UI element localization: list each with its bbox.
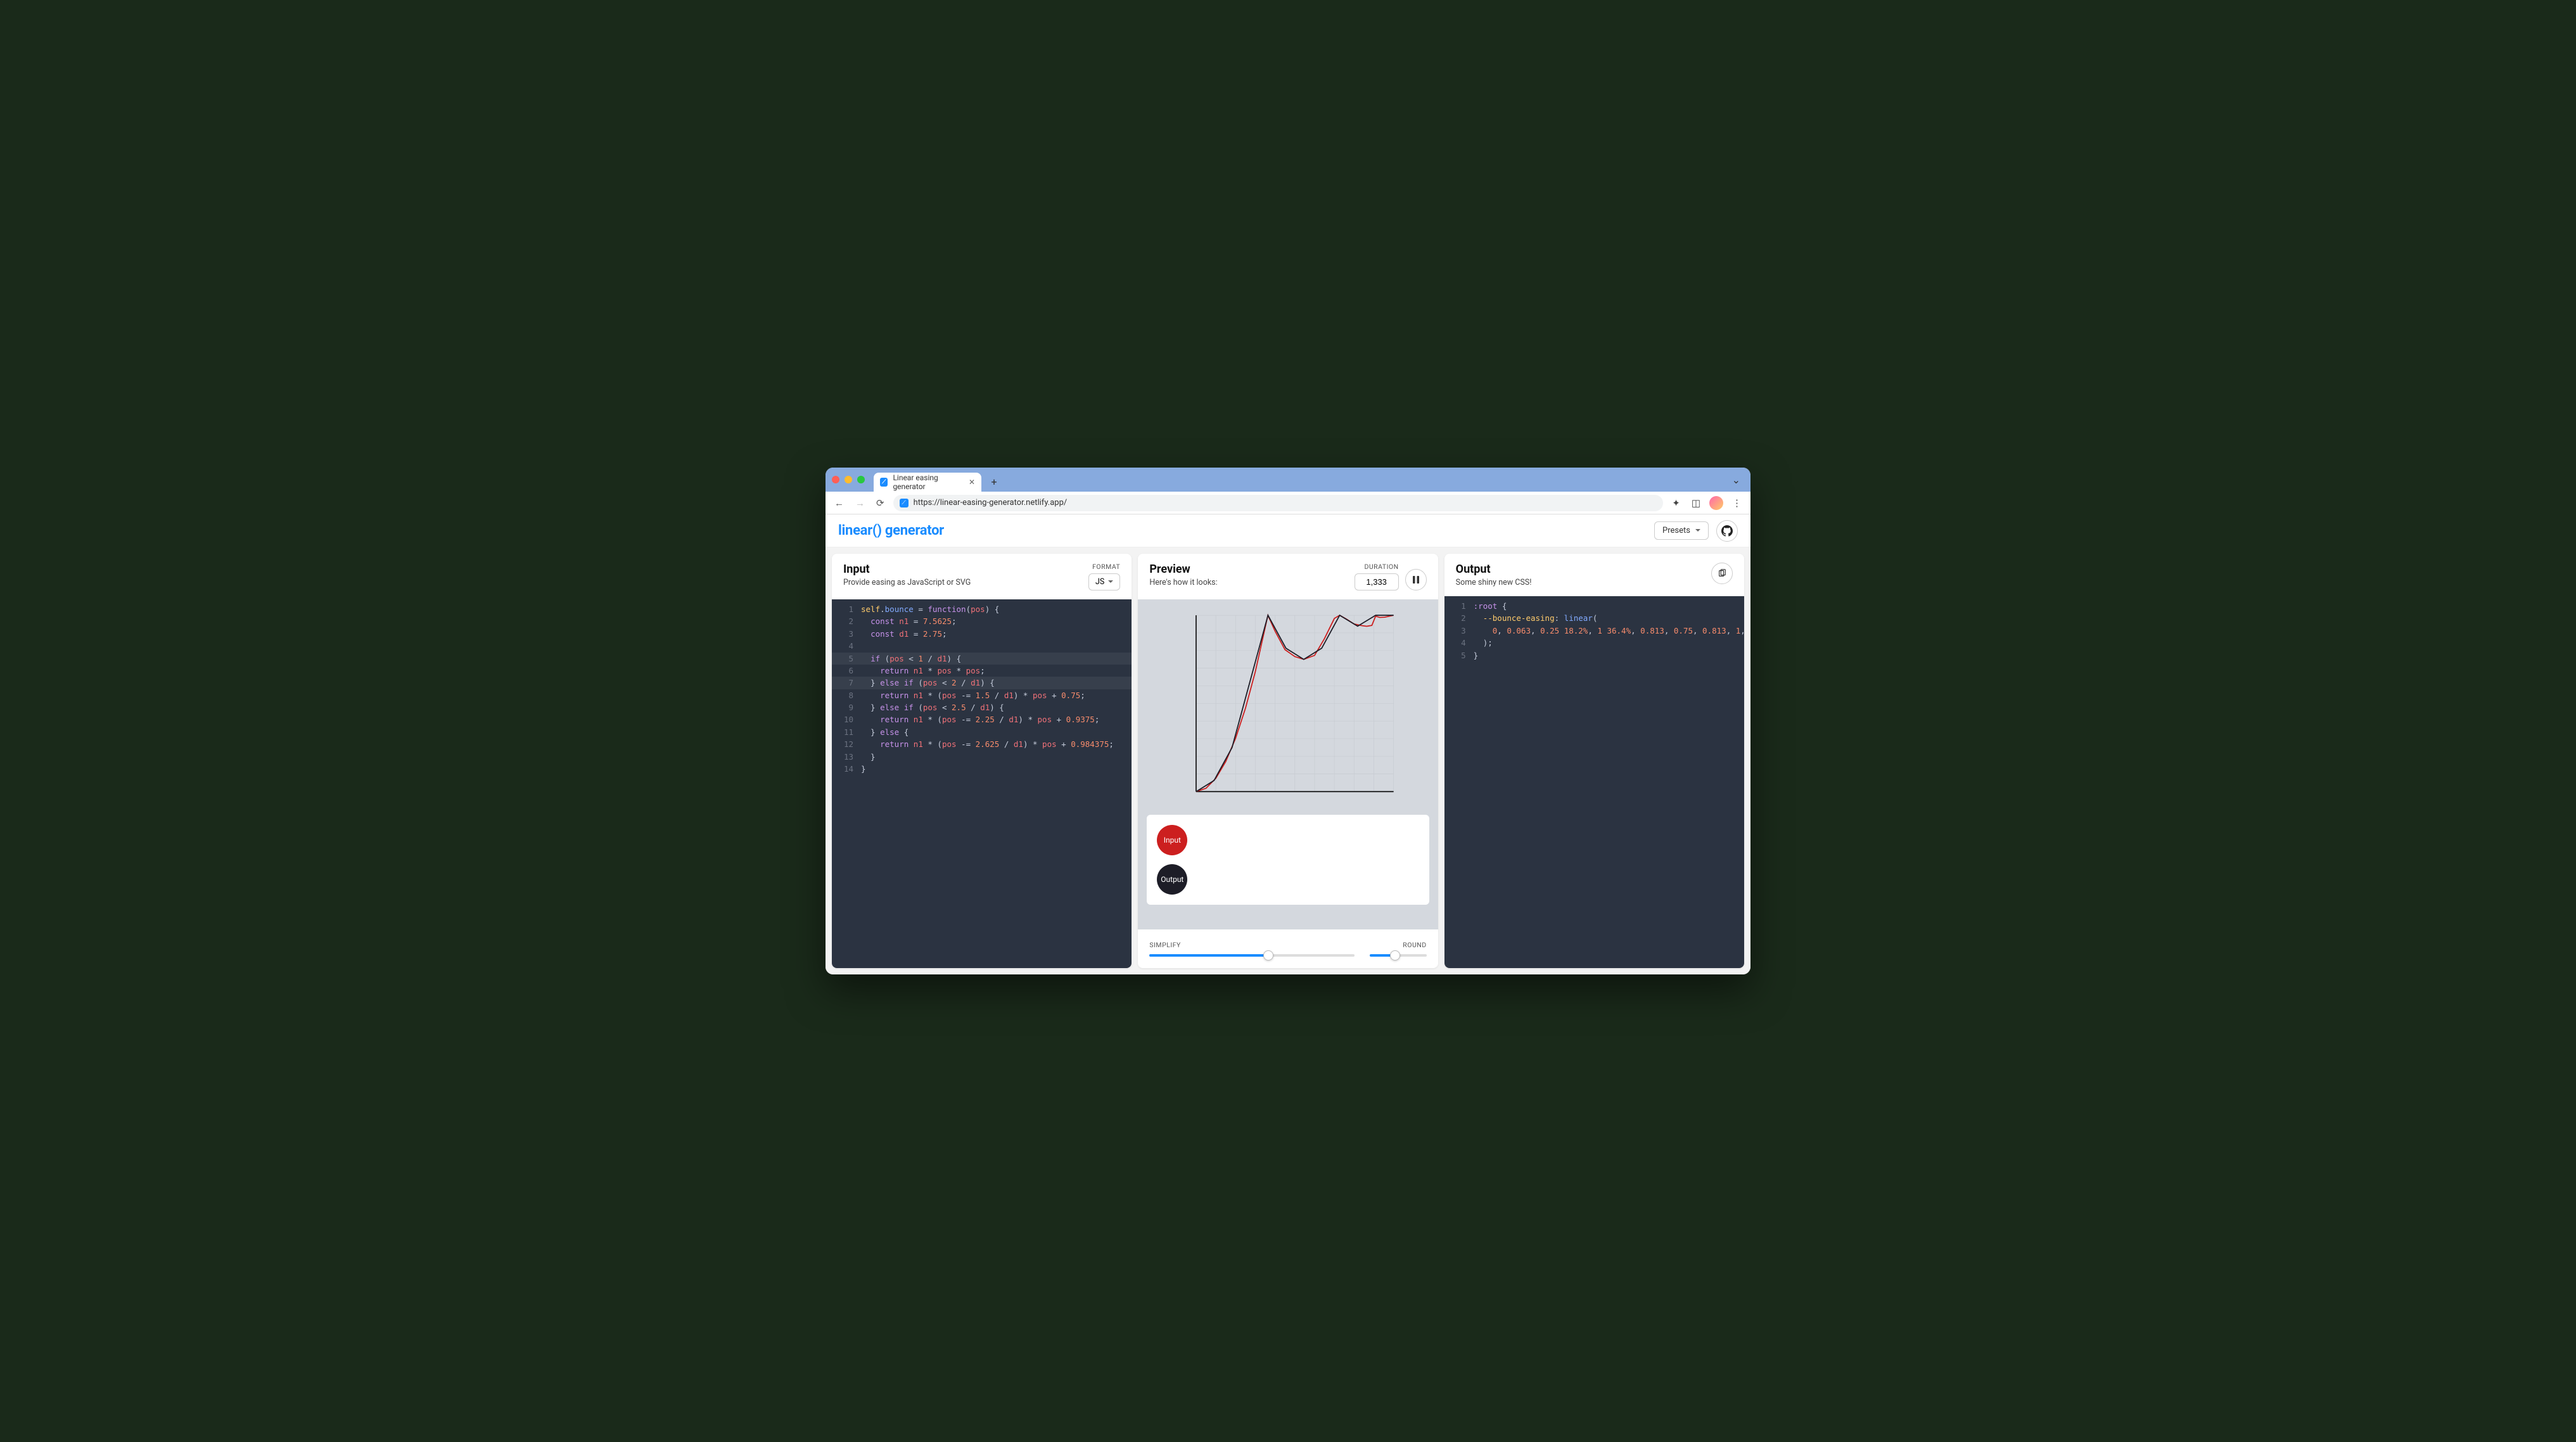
presets-dropdown[interactable]: Presets [1654,521,1709,540]
code-line: 2 const n1 = 7.5625; [832,615,1132,627]
code-line: 8 return n1 * (pos -= 1.5 / d1) * pos + … [832,689,1132,701]
chevron-down-icon [1108,577,1113,587]
duration-input[interactable] [1355,573,1399,590]
extensions-icon[interactable]: ✦ [1669,497,1683,509]
code-line: 9 } else if (pos < 2.5 / d1) { [832,701,1132,713]
animation-demo: Input Output [1147,815,1429,905]
round-label: ROUND [1370,941,1427,949]
simplify-slider[interactable] [1149,954,1354,957]
tab-title: Linear easing generator [893,473,964,491]
output-panel: Output Some shiny new CSS! 1:root {2 --b… [1444,554,1744,968]
code-line: 4 ); [1444,637,1744,649]
code-line: 7 } else if (pos < 2 / d1) { [832,677,1132,689]
panels-container: Input Provide easing as JavaScript or SV… [826,547,1750,974]
app-title: linear() generator [838,523,944,539]
simplify-label: SIMPLIFY [1149,941,1354,949]
code-line: 10 return n1 * (pos -= 2.25 / d1) * pos … [832,713,1132,725]
output-title: Output [1456,563,1532,576]
duration-label: DURATION [1355,563,1399,571]
input-code-editor[interactable]: 1self.bounce = function(pos) {2 const n1… [832,599,1132,968]
minimize-window-button[interactable] [845,476,852,483]
output-code-editor[interactable]: 1:root {2 --bounce-easing: linear(3 0, 0… [1444,596,1744,968]
code-line: 11 } else { [832,726,1132,738]
preview-panel: Preview Here's how it looks: DURATION I [1138,554,1438,968]
copy-button[interactable] [1711,563,1733,584]
code-line: 1:root { [1444,600,1744,612]
code-line: 3 0, 0.063, 0.25 18.2%, 1 36.4%, 0.813, … [1444,625,1744,637]
input-title: Input [843,563,971,576]
side-panel-icon[interactable]: ◫ [1689,497,1703,509]
browser-toolbar: ← → ⟳ ⟋ https://linear-easing-generator.… [826,492,1750,514]
favicon-icon: ⟋ [880,478,888,487]
tabs-dropdown-button[interactable]: ⌄ [1728,474,1744,486]
browser-menu-button[interactable]: ⋮ [1730,497,1744,509]
browser-tabbar: ⟋ Linear easing generator ✕ + ⌄ [826,468,1750,492]
output-ball-label: Output [1161,875,1183,884]
code-line: 4 [832,640,1132,652]
code-line: 3 const d1 = 2.75; [832,628,1132,640]
copy-icon [1718,569,1726,578]
simplify-thumb[interactable] [1263,950,1273,960]
browser-tab[interactable]: ⟋ Linear easing generator ✕ [874,473,981,492]
address-bar[interactable]: ⟋ https://linear-easing-generator.netlif… [893,495,1664,511]
code-line: 1self.bounce = function(pos) { [832,603,1132,615]
code-line: 13 } [832,751,1132,763]
app-header: linear() generator Presets [826,514,1750,547]
close-tab-button[interactable]: ✕ [969,478,975,487]
chevron-down-icon [1695,526,1700,535]
input-subtitle: Provide easing as JavaScript or SVG [843,578,971,587]
close-window-button[interactable] [832,476,839,483]
play-pause-button[interactable] [1405,569,1427,590]
preview-panel-header: Preview Here's how it looks: DURATION [1138,554,1438,599]
site-info-icon[interactable]: ⟋ [900,499,909,507]
output-ball: Output [1157,864,1187,895]
maximize-window-button[interactable] [857,476,865,483]
preview-subtitle: Here's how it looks: [1149,578,1217,587]
preview-title: Preview [1149,563,1217,576]
code-line: 12 return n1 * (pos -= 2.625 / d1) * pos… [832,738,1132,750]
format-value: JS [1095,577,1104,587]
url-text: https://linear-easing-generator.netlify.… [914,498,1068,507]
pause-icon [1412,575,1420,584]
reload-button[interactable]: ⟳ [874,496,887,510]
code-line: 2 --bounce-easing: linear( [1444,612,1744,624]
forward-button[interactable]: → [853,496,867,510]
simplify-slider-group: SIMPLIFY [1149,941,1354,957]
sliders-row: SIMPLIFY ROUND [1138,929,1438,968]
code-line: 5 if (pos < 1 / d1) { [832,653,1132,665]
code-line: 6 return n1 * pos * pos; [832,665,1132,677]
new-tab-button[interactable]: + [986,474,1002,489]
input-ball: Input [1157,825,1187,855]
input-panel: Input Provide easing as JavaScript or SV… [832,554,1132,968]
format-label: FORMAT [1088,563,1120,571]
back-button[interactable]: ← [832,496,846,510]
presets-label: Presets [1662,526,1690,535]
output-subtitle: Some shiny new CSS! [1456,578,1532,587]
round-slider-group: ROUND [1370,941,1427,957]
input-ball-label: Input [1164,836,1181,845]
window-controls [832,476,865,483]
output-panel-header: Output Some shiny new CSS! [1444,554,1744,596]
format-select[interactable]: JS [1088,573,1120,590]
github-link[interactable] [1716,520,1738,542]
preview-body: Input Output [1138,599,1438,929]
input-panel-header: Input Provide easing as JavaScript or SV… [832,554,1132,599]
easing-chart [1147,608,1429,806]
round-thumb[interactable] [1390,950,1400,960]
github-icon [1721,525,1733,537]
code-line: 14} [832,763,1132,775]
profile-avatar[interactable] [1709,496,1723,510]
browser-window: ⟋ Linear easing generator ✕ + ⌄ ← → ⟳ ⟋ … [826,468,1750,974]
code-line: 5} [1444,649,1744,661]
round-slider[interactable] [1370,954,1427,957]
